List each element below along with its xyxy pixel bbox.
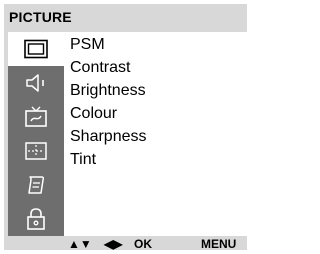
category-special[interactable] (8, 168, 64, 202)
menu-item-contrast[interactable]: Contrast (70, 58, 130, 78)
screen-icon (24, 141, 48, 161)
key-guide-footer: ▲▼ ◀▶ OK MENU (4, 236, 247, 250)
special-icon (24, 174, 48, 196)
menu-item-psm[interactable]: PSM (70, 35, 105, 55)
category-station[interactable] (8, 100, 64, 134)
menu-title: PICTURE (9, 9, 72, 25)
menu-item-tint[interactable]: Tint (70, 150, 96, 170)
menu-item-sharpness[interactable]: Sharpness (70, 127, 147, 147)
menu-key-hint: MENU (201, 237, 237, 251)
picture-options-panel: PSM Contrast Brightness Colour Sharpness… (64, 32, 247, 236)
category-icon-column (8, 32, 64, 236)
lock-icon (24, 207, 48, 231)
category-lock[interactable] (8, 202, 64, 236)
category-screen[interactable] (8, 134, 64, 168)
leftright-key-hint: ◀▶ (104, 237, 123, 251)
picture-icon (24, 39, 48, 59)
menu-item-brightness[interactable]: Brightness (70, 81, 146, 101)
tv-channel-icon (24, 106, 48, 128)
sound-icon (24, 73, 48, 93)
category-picture[interactable] (8, 32, 64, 66)
category-sound[interactable] (8, 66, 64, 100)
osd-menu: PICTURE PSM Contrast Brightness Colour S… (4, 4, 247, 250)
ok-key-hint: OK (134, 237, 152, 251)
updown-key-hint: ▲▼ (68, 237, 92, 251)
menu-item-colour[interactable]: Colour (70, 104, 117, 124)
